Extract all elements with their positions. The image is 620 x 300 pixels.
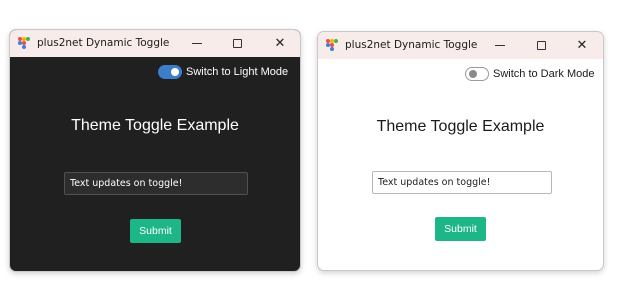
page-heading: Theme Toggle Example: [71, 117, 239, 134]
toggle-knob: [171, 68, 179, 76]
maximize-button[interactable]: [217, 30, 257, 57]
minimize-icon: [192, 43, 202, 44]
window-title: plus2net Dynamic Toggle: [37, 37, 170, 49]
close-icon: ✕: [274, 36, 286, 51]
app-icon: [326, 39, 338, 51]
toggle-knob: [469, 70, 477, 78]
page-heading: Theme Toggle Example: [376, 118, 545, 135]
close-button[interactable]: ✕: [260, 30, 300, 57]
light-mode-window: plus2net Dynamic Toggle ✕ Switch to Dark…: [317, 31, 604, 271]
toggle-switch[interactable]: [465, 67, 489, 81]
close-icon: ✕: [576, 38, 588, 53]
app-icon: [18, 37, 30, 49]
maximize-button[interactable]: [521, 32, 561, 59]
minimize-icon: [495, 45, 505, 46]
window-title: plus2net Dynamic Toggle: [345, 39, 478, 51]
theme-toggle[interactable]: Switch to Dark Mode: [465, 67, 594, 81]
theme-toggle[interactable]: Switch to Light Mode: [158, 65, 288, 79]
minimize-button[interactable]: [177, 30, 217, 57]
maximize-icon: [232, 39, 242, 48]
toggle-label: Switch to Dark Mode: [493, 68, 595, 80]
maximize-icon: [536, 41, 546, 50]
minimize-button[interactable]: [480, 32, 520, 59]
text-input[interactable]: Text updates on toggle!: [64, 172, 248, 195]
submit-button[interactable]: Submit: [435, 217, 486, 241]
title-bar: plus2net Dynamic Toggle ✕: [10, 30, 300, 57]
title-bar: plus2net Dynamic Toggle ✕: [318, 32, 603, 59]
text-input[interactable]: Text updates on toggle!: [372, 171, 552, 194]
submit-button[interactable]: Submit: [130, 219, 181, 243]
dark-mode-window: plus2net Dynamic Toggle ✕ Switch to Ligh…: [9, 29, 301, 272]
close-button[interactable]: ✕: [562, 32, 602, 59]
toggle-switch[interactable]: [158, 65, 182, 79]
toggle-label: Switch to Light Mode: [186, 66, 289, 78]
